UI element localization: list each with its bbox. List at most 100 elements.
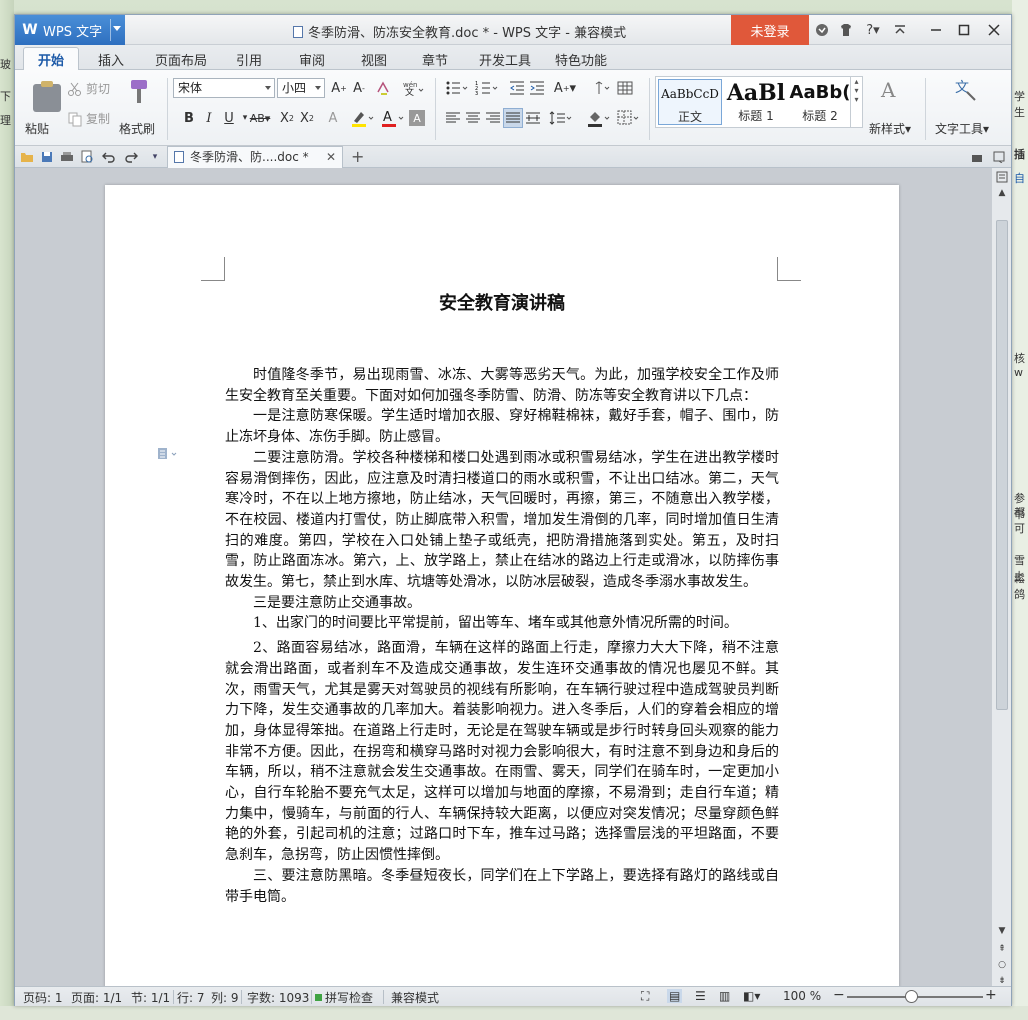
align-right-icon[interactable] [483,108,503,128]
undo-icon[interactable] [101,149,117,165]
status-section[interactable]: 节: 1/1 [131,989,170,1006]
align-center-icon[interactable] [463,108,483,128]
status-page-code[interactable]: 页码: 1 [23,989,63,1006]
outline-view-icon[interactable]: ☰ [695,989,706,1003]
style-heading-1[interactable]: AaBl 标题 1 [724,79,788,125]
strikethrough-icon[interactable]: AB▾ [247,108,273,128]
status-word-count[interactable]: 字数: 1093 [247,989,309,1006]
paste-button[interactable]: 粘贴 [21,74,63,140]
document-tab-bar: ▾ 冬季防滑、防....doc * ✕ + [15,146,1011,168]
login-button[interactable]: 未登录 [731,15,809,45]
italic-icon[interactable]: I [199,108,219,128]
redo-icon[interactable] [123,149,139,165]
document-page[interactable]: 安全教育演讲稿 时值隆冬季节，易出现雨雪、冰冻、大雾等恶劣天气。为此，加强学校安… [105,185,899,986]
zoom-in-icon[interactable]: + [985,987,997,1003]
subscript-icon[interactable]: X2 [297,108,317,128]
select-browse-object-icon[interactable]: ○ [995,958,1009,972]
scroll-up-icon[interactable]: ▲ [995,186,1009,200]
collapse-ribbon-icon[interactable] [891,21,909,39]
close-tab-icon[interactable]: ✕ [326,147,336,168]
restore-doc-icon[interactable] [969,149,985,165]
scrollbar-thumb[interactable] [996,220,1008,710]
change-case-icon[interactable]: A + ▾ [551,78,579,98]
document-body[interactable]: 时值隆冬季节，易出现雨雪、冰冻、大雾等恶劣天气。为此，加强学校安全工作及师生安全… [225,365,779,907]
cut-button[interactable]: 剪切 [67,80,110,97]
new-tab-icon[interactable]: + [351,147,364,166]
doc-options-icon[interactable] [991,149,1007,165]
help-icon[interactable]: ?▾ [861,21,885,39]
status-row[interactable]: 行: 7 [177,989,205,1006]
bullets-icon[interactable] [443,78,471,98]
document-title: 安全教育演讲稿 [439,293,565,314]
document-icon [293,26,303,38]
ruler-toggle-icon[interactable] [995,170,1009,184]
phonetic-guide-icon[interactable]: wén 文 [399,78,427,98]
save-icon[interactable] [39,149,55,165]
tab-developer[interactable]: 开发工具 [479,50,531,69]
text-tools-button[interactable]: 文 文字工具 ▾ [933,74,997,140]
new-style-button[interactable]: A 新样式 ▾ [867,74,919,140]
justify-icon[interactable] [503,108,523,128]
superscript-icon[interactable]: X2 [277,108,297,128]
paragraph-mark-icon[interactable] [589,78,613,98]
font-size-select[interactable]: 小四 [277,78,325,98]
distributed-icon[interactable] [523,108,543,128]
document-area[interactable]: 安全教育演讲稿 时值隆冬季节，易出现雨雪、冰冻、大雾等恶劣天气。为此，加强学校安… [15,168,991,986]
close-icon[interactable] [981,19,1007,41]
gallery-scroll[interactable]: ▴ ▾ ▾ [850,77,862,127]
font-name-select[interactable]: 宋体 [173,78,275,98]
shading-icon[interactable] [585,108,613,128]
decrease-indent-icon[interactable] [507,78,527,98]
text-effect-icon[interactable]: A [323,108,343,128]
status-column[interactable]: 列: 9 [211,989,239,1006]
skin-icon[interactable] [837,21,855,39]
copy-button[interactable]: 复制 [67,110,110,127]
tab-review[interactable]: 审阅 [299,50,325,69]
tab-page-layout[interactable]: 页面布局 [155,50,207,69]
scroll-down-icon[interactable]: ▼ [995,924,1009,938]
line-spacing-icon[interactable] [547,108,575,128]
shrink-font-icon[interactable]: A- [349,78,369,98]
tab-references[interactable]: 引用 [236,50,262,69]
font-color-icon[interactable]: A [379,108,407,128]
maximize-icon[interactable] [951,19,977,41]
table-icon[interactable] [615,78,635,98]
document-tab[interactable]: 冬季防滑、防....doc * ✕ [167,146,343,168]
print-preview-icon[interactable] [79,149,95,165]
feedback-icon[interactable] [813,21,831,39]
tab-home[interactable]: 开始 [23,47,80,71]
status-pages[interactable]: 页面: 1/1 [71,989,122,1006]
tab-special-features[interactable]: 特色功能 [555,50,607,69]
print-icon[interactable] [59,149,75,165]
style-normal[interactable]: AaBbCcD 正文 [658,79,722,125]
open-folder-icon[interactable] [19,149,35,165]
fullscreen-view-icon[interactable]: ⛶ [641,989,649,1004]
tab-insert[interactable]: 插入 [98,50,124,69]
tab-view[interactable]: 视图 [361,50,387,69]
zoom-slider-thumb[interactable] [905,990,918,1003]
paragraph-layout-icon[interactable] [157,447,179,461]
grow-font-icon[interactable]: A + [329,78,349,98]
char-shading-icon[interactable]: A [409,110,425,126]
reading-view-icon[interactable]: ▥ [719,989,730,1003]
page-view-icon[interactable]: ▤ [667,989,683,1003]
bold-icon[interactable]: B [179,108,199,128]
style-heading-2[interactable]: AaBb( 标题 2 [788,79,852,125]
app-menu-button[interactable]: W WPS 文字 [15,15,125,45]
previous-page-icon[interactable]: ⇞ [995,942,1009,956]
numbering-icon[interactable]: 123 [473,78,501,98]
highlight-icon[interactable] [349,108,377,128]
zoom-level[interactable]: 100 % [783,989,821,1003]
align-left-icon[interactable] [443,108,463,128]
clear-format-icon[interactable] [373,78,393,98]
tab-chapter[interactable]: 章节 [422,50,448,69]
format-painter-button[interactable]: 格式刷 [119,74,163,140]
vertical-scrollbar[interactable]: ▲ ▼ ⇞ ○ ⇟ [991,168,1011,986]
borders-icon[interactable] [615,108,643,128]
increase-indent-icon[interactable] [527,78,547,98]
quick-access-dropdown-icon[interactable]: ▾ [147,149,163,165]
web-view-icon[interactable]: ◧▾ [743,989,760,1003]
minimize-icon[interactable] [923,19,949,41]
spell-check-toggle[interactable]: 拼写检查 [315,989,373,1006]
zoom-out-icon[interactable]: − [833,987,845,1003]
